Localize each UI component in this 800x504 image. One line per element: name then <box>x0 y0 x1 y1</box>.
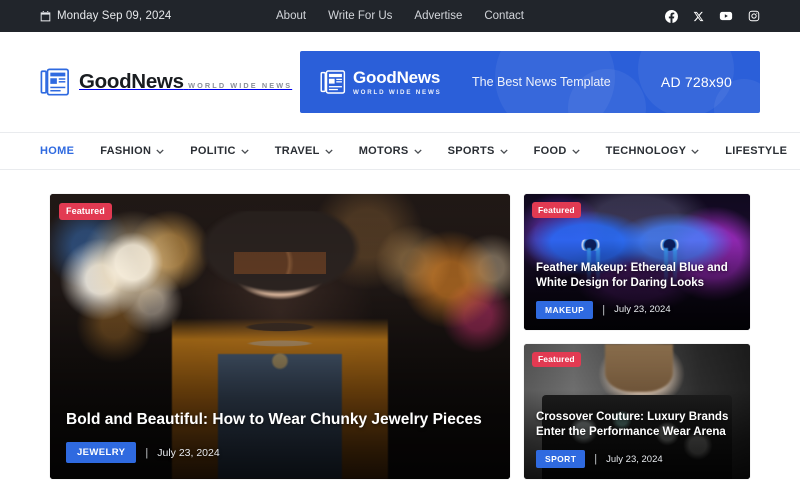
featured-post-card-sport[interactable]: Featured Crossover Couture: Luxury Brand… <box>524 344 750 480</box>
featured-post-card-primary[interactable]: Featured Bold and Beautiful: How to Wear… <box>50 194 510 479</box>
post-meta: MAKEUP | July 23, 2024 <box>536 301 738 319</box>
top-bar: Monday Sep 09, 2024 About Write For Us A… <box>0 0 800 32</box>
topbar-link-about[interactable]: About <box>276 10 306 22</box>
nav-label: MOTORS <box>359 145 409 157</box>
chevron-down-icon <box>325 149 333 154</box>
post-meta: SPORT | July 23, 2024 <box>536 450 738 468</box>
site-logo[interactable]: GoodNews WORLD WIDE NEWS <box>40 67 292 97</box>
youtube-icon[interactable] <box>719 9 733 23</box>
x-twitter-icon[interactable] <box>693 11 704 22</box>
nav-item-sports[interactable]: SPORTS <box>435 145 521 157</box>
featured-badge: Featured <box>532 202 581 218</box>
instagram-icon[interactable] <box>748 10 760 22</box>
nav-item-lifestyle[interactable]: LIFESTYLE <box>712 145 800 157</box>
featured-post-card-makeup[interactable]: Featured Feather Makeup: Ethereal Blue a… <box>524 194 750 330</box>
nav-label: FOOD <box>534 145 567 157</box>
facebook-icon[interactable] <box>665 10 678 23</box>
newspaper-icon <box>320 69 346 95</box>
social-links <box>665 9 760 23</box>
chevron-down-icon <box>414 149 422 154</box>
ad-logo-name: GoodNews <box>353 69 442 86</box>
featured-badge: Featured <box>59 203 112 220</box>
nav-label: HOME <box>40 145 74 157</box>
logo-tagline: WORLD WIDE NEWS <box>188 81 292 90</box>
nav-item-motors[interactable]: MOTORS <box>346 145 435 157</box>
topbar-link-advertise[interactable]: Advertise <box>414 10 462 22</box>
chevron-down-icon <box>572 149 580 154</box>
nav-item-fashion[interactable]: FASHION <box>87 145 177 157</box>
chevron-down-icon <box>156 149 164 154</box>
current-date: Monday Sep 09, 2024 <box>40 10 171 22</box>
post-title: Bold and Beautiful: How to Wear Chunky J… <box>66 410 494 430</box>
meta-separator: | <box>594 453 597 465</box>
nav-label: FASHION <box>100 145 151 157</box>
chevron-down-icon <box>241 149 249 154</box>
ad-logo-tagline: WORLD WIDE NEWS <box>353 89 442 96</box>
main-navigation: HOME FASHION POLITIC TRAVEL MOTORS SPORT… <box>0 132 800 170</box>
post-category-badge[interactable]: SPORT <box>536 450 585 468</box>
post-meta: JEWELRY | July 23, 2024 <box>66 442 494 463</box>
post-category-badge[interactable]: MAKEUP <box>536 301 593 319</box>
topbar-link-contact[interactable]: Contact <box>484 10 524 22</box>
secondary-posts-column: Featured Feather Makeup: Ethereal Blue a… <box>524 194 750 479</box>
chevron-down-icon <box>500 149 508 154</box>
nav-label: SPORTS <box>448 145 495 157</box>
nav-label: LIFESTYLE <box>725 145 787 157</box>
topbar-link-write-for-us[interactable]: Write For Us <box>328 10 392 22</box>
nav-item-home[interactable]: HOME <box>40 145 87 157</box>
ad-tagline: The Best News Template <box>472 75 611 89</box>
nav-item-food[interactable]: FOOD <box>521 145 593 157</box>
post-category-badge[interactable]: JEWELRY <box>66 442 136 463</box>
nav-item-politic[interactable]: POLITIC <box>177 145 262 157</box>
post-title: Feather Makeup: Ethereal Blue and White … <box>536 261 738 291</box>
calendar-icon <box>40 11 51 22</box>
post-date: July 23, 2024 <box>606 454 663 465</box>
chevron-down-icon <box>691 149 699 154</box>
post-date: July 23, 2024 <box>614 304 671 315</box>
newspaper-icon <box>40 67 70 97</box>
meta-separator: | <box>145 447 148 459</box>
nav-item-travel[interactable]: TRAVEL <box>262 145 346 157</box>
featured-badge: Featured <box>532 352 581 368</box>
date-text: Monday Sep 09, 2024 <box>57 10 171 22</box>
topbar-links: About Write For Us Advertise Contact <box>276 10 524 22</box>
ad-logo: GoodNews WORLD WIDE NEWS <box>320 69 442 96</box>
nav-label: TRAVEL <box>275 145 320 157</box>
ad-size-label: AD 728x90 <box>661 74 732 90</box>
featured-posts-section: Featured Bold and Beautiful: How to Wear… <box>0 170 800 504</box>
meta-separator: | <box>602 304 605 316</box>
site-header: GoodNews WORLD WIDE NEWS GoodNews WORLD … <box>0 32 800 132</box>
ad-banner[interactable]: GoodNews WORLD WIDE NEWS The Best News T… <box>300 51 760 113</box>
post-title: Crossover Couture: Luxury Brands Enter t… <box>536 410 738 440</box>
post-date: July 23, 2024 <box>157 447 219 459</box>
nav-label: POLITIC <box>190 145 236 157</box>
nav-label: TECHNOLOGY <box>606 145 687 157</box>
logo-name: GoodNews <box>79 70 184 93</box>
nav-item-technology[interactable]: TECHNOLOGY <box>593 145 713 157</box>
